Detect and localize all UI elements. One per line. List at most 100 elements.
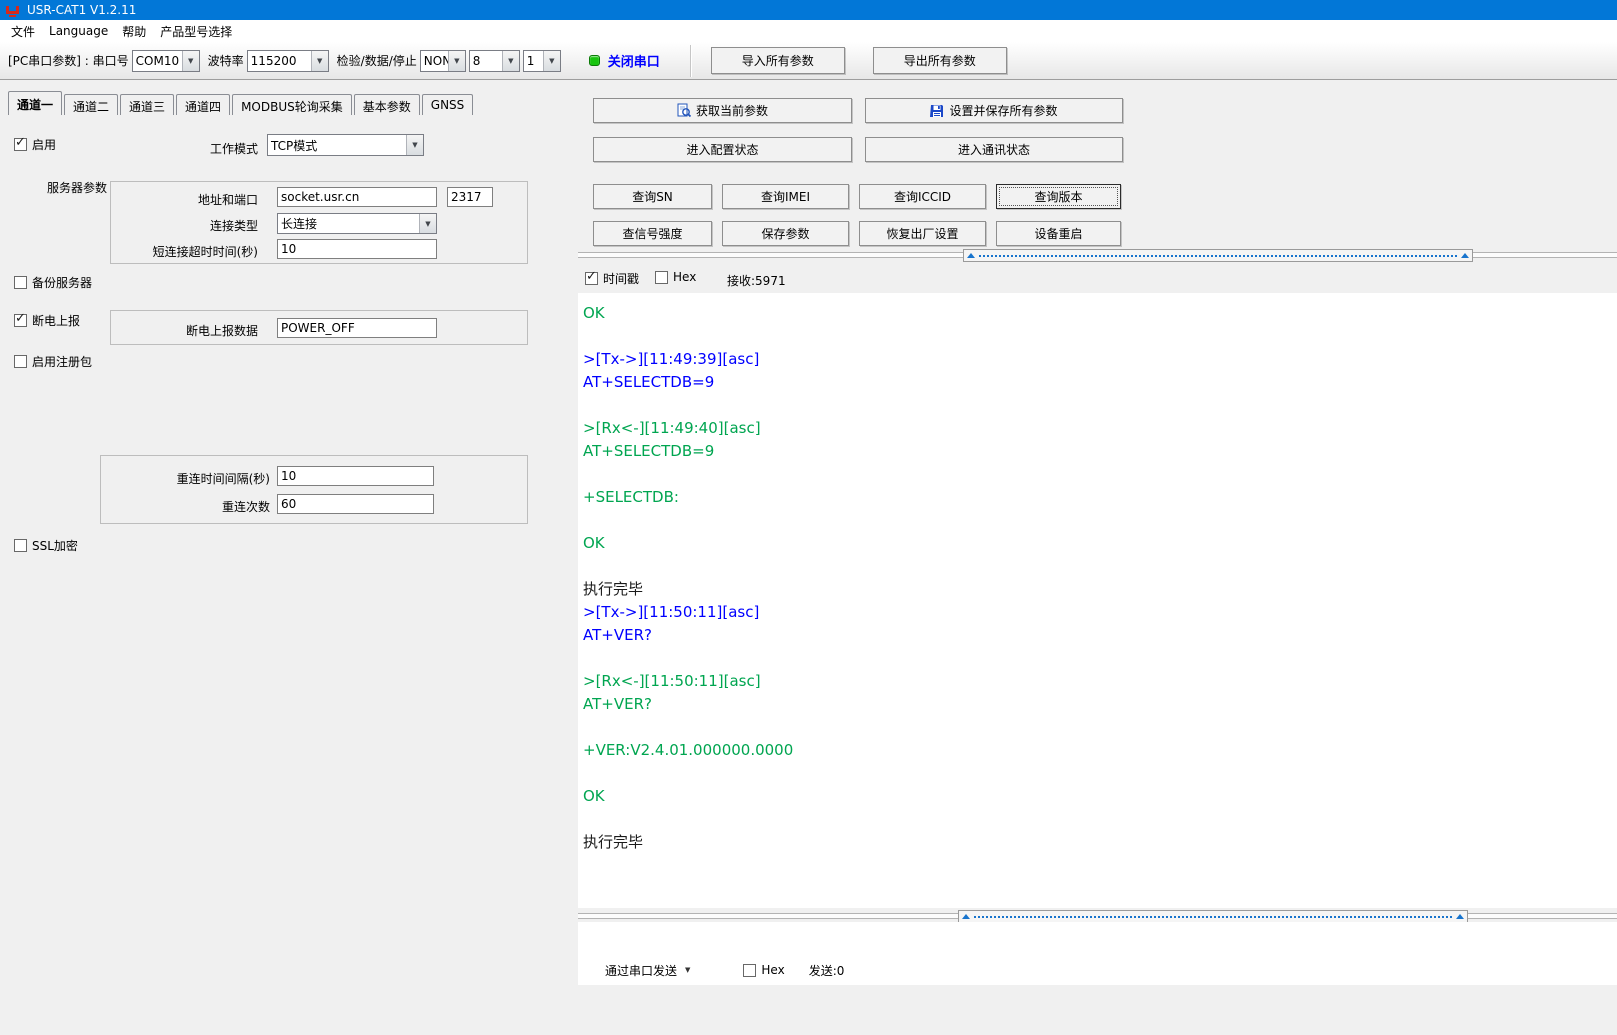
checkbox-icon: ✓ [14,276,27,289]
tab[interactable]: 通道二 [64,94,118,115]
close-port-button[interactable]: 关闭串口 [608,51,660,70]
receive-counter: 接收:5971 [727,272,786,289]
reconnect-count-label: 重连次数 [120,498,270,515]
server-address-input[interactable] [277,187,437,207]
checkbox-icon: ✓ [585,272,598,285]
poweroff-data-input[interactable] [277,318,437,338]
menu-item[interactable]: 文件 [4,21,42,42]
search-doc-icon [677,103,691,118]
regpkg-checkbox[interactable]: ✓ 启用注册包 [14,353,92,370]
log-line: OK [583,532,1617,555]
chevron-down-icon: ▼ [502,51,519,71]
log-line [583,762,1617,785]
slider-arrow-icon [1456,914,1464,919]
tab[interactable]: 通道三 [120,94,174,115]
query-button[interactable]: 查信号强度 [593,221,712,246]
log-line [583,325,1617,348]
query-button[interactable]: 查询SN [593,184,712,209]
query-button[interactable]: 保存参数 [722,221,849,246]
checkbox-icon: ✓ [14,314,27,327]
poweroff-data-label: 断电上报数据 [150,322,258,339]
menu-bar: 文件Language帮助产品型号选择 [0,20,1617,42]
checkbox-icon: ✓ [655,271,668,284]
log-line: +SELECTDB: [583,486,1617,509]
log-line: >[Rx<-][11:49:40][asc] [583,417,1617,440]
app-window: USR-CAT1 V1.2.11 文件Language帮助产品型号选择 [PC串… [0,0,1617,1035]
get-params-button[interactable]: 获取当前参数 [593,98,852,123]
backup-server-checkbox[interactable]: ✓ 备份服务器 [14,274,92,291]
log-line: AT+SELECTDB=9 [583,371,1617,394]
serial-log[interactable]: OK>[Tx->][11:49:39][asc]AT+SELECTDB=9>[R… [578,293,1617,908]
tab[interactable]: 基本参数 [354,94,420,115]
reconnect-count-input[interactable] [277,494,434,514]
query-button[interactable]: 查询版本 [996,184,1121,209]
server-port-input[interactable] [447,187,493,207]
menu-item[interactable]: Language [42,22,115,40]
tab[interactable]: GNSS [422,94,474,115]
work-mode-label: 工作模式 [140,140,258,157]
set-save-params-button[interactable]: 设置并保存所有参数 [865,98,1123,123]
log-line [583,647,1617,670]
tab[interactable]: 通道一 [8,91,62,115]
log-line: AT+VER? [583,624,1617,647]
log-line [583,555,1617,578]
send-counter: 发送:0 [809,962,845,979]
address-port-label: 地址和端口 [150,191,258,208]
enter-comm-state-button[interactable]: 进入通讯状态 [865,137,1123,162]
reconnect-interval-label: 重连时间间隔(秒) [120,470,270,487]
title-bar: USR-CAT1 V1.2.11 [0,0,1617,20]
timestamp-checkbox[interactable]: ✓ 时间戳 [585,270,639,287]
parity-select[interactable]: NONI ▼ [420,50,466,72]
checkbox-icon: ✓ [743,964,756,977]
menu-item[interactable]: 产品型号选择 [153,21,239,42]
log-line: >[Rx<-][11:50:11][asc] [583,670,1617,693]
databits-select[interactable]: 8 ▼ [469,50,520,72]
send-via-serial-button[interactable]: 通过串口发送 ▼ [605,962,690,979]
stopbits-select[interactable]: 1 ▼ [523,50,561,72]
rx-hex-checkbox[interactable]: ✓ Hex [655,270,696,284]
com-port-select[interactable]: COM10 ▼ [132,50,200,72]
log-line: AT+SELECTDB=9 [583,440,1617,463]
enter-config-state-button[interactable]: 进入配置状态 [593,137,852,162]
parity-label: 检验/数据/停止 [337,52,417,69]
reconnect-interval-input[interactable] [277,466,434,486]
chevron-down-icon: ▼ [543,51,560,71]
log-line: >[Tx->][11:50:11][asc] [583,601,1617,624]
pc-serial-label: [PC串口参数] : 串口号 [8,52,129,69]
tab[interactable]: 通道四 [176,94,230,115]
enable-checkbox[interactable]: ✓ 启用 [14,136,56,153]
checkbox-icon: ✓ [14,355,27,368]
conn-type-select[interactable]: 长连接 ▼ [277,213,437,234]
query-button[interactable]: 查询ICCID [859,184,986,209]
ssl-checkbox[interactable]: ✓ SSL加密 [14,537,78,554]
export-params-button[interactable]: 导出所有参数 [873,47,1007,74]
checkbox-icon: ✓ [14,138,27,151]
work-mode-select[interactable]: TCP模式 ▼ [267,134,424,156]
send-bar: 通过串口发送 ▼ ✓ Hex 发送:0 [578,958,1617,982]
tx-hex-checkbox[interactable]: ✓ Hex [743,963,784,977]
conn-type-label: 连接类型 [150,217,258,234]
channel-config-panel: 通道一通道二通道三通道四MODBUS轮询采集基本参数GNSS ✓ 启用 工作模式… [0,80,578,1035]
chevron-down-icon: ▼ [448,51,465,71]
poweroff-report-checkbox[interactable]: ✓ 断电上报 [14,312,80,329]
query-button[interactable]: 设备重启 [996,221,1121,246]
chevron-down-icon: ▼ [406,135,423,155]
channel-tabs: 通道一通道二通道三通道四MODBUS轮询采集基本参数GNSS [8,91,475,115]
log-line [583,463,1617,486]
baud-select[interactable]: 115200 ▼ [247,50,329,72]
menu-item[interactable]: 帮助 [115,21,153,42]
log-line: +VER:V2.4.01.000000.0000 [583,739,1617,762]
splitter-handle[interactable] [963,249,1473,262]
log-line [583,808,1617,831]
query-button[interactable]: 恢复出厂设置 [859,221,986,246]
log-line [583,509,1617,532]
log-line: 执行完毕 [583,831,1617,854]
baud-label: 波特率 [208,52,244,69]
toolbar: [PC串口参数] : 串口号 COM10 ▼ 波特率 115200 ▼ 检验/数… [0,42,1617,80]
log-line: OK [583,785,1617,808]
chevron-down-icon: ▼ [311,51,328,71]
short-timeout-input[interactable] [277,239,437,259]
tab[interactable]: MODBUS轮询采集 [232,94,352,115]
query-button[interactable]: 查询IMEI [722,184,849,209]
import-params-button[interactable]: 导入所有参数 [711,47,845,74]
